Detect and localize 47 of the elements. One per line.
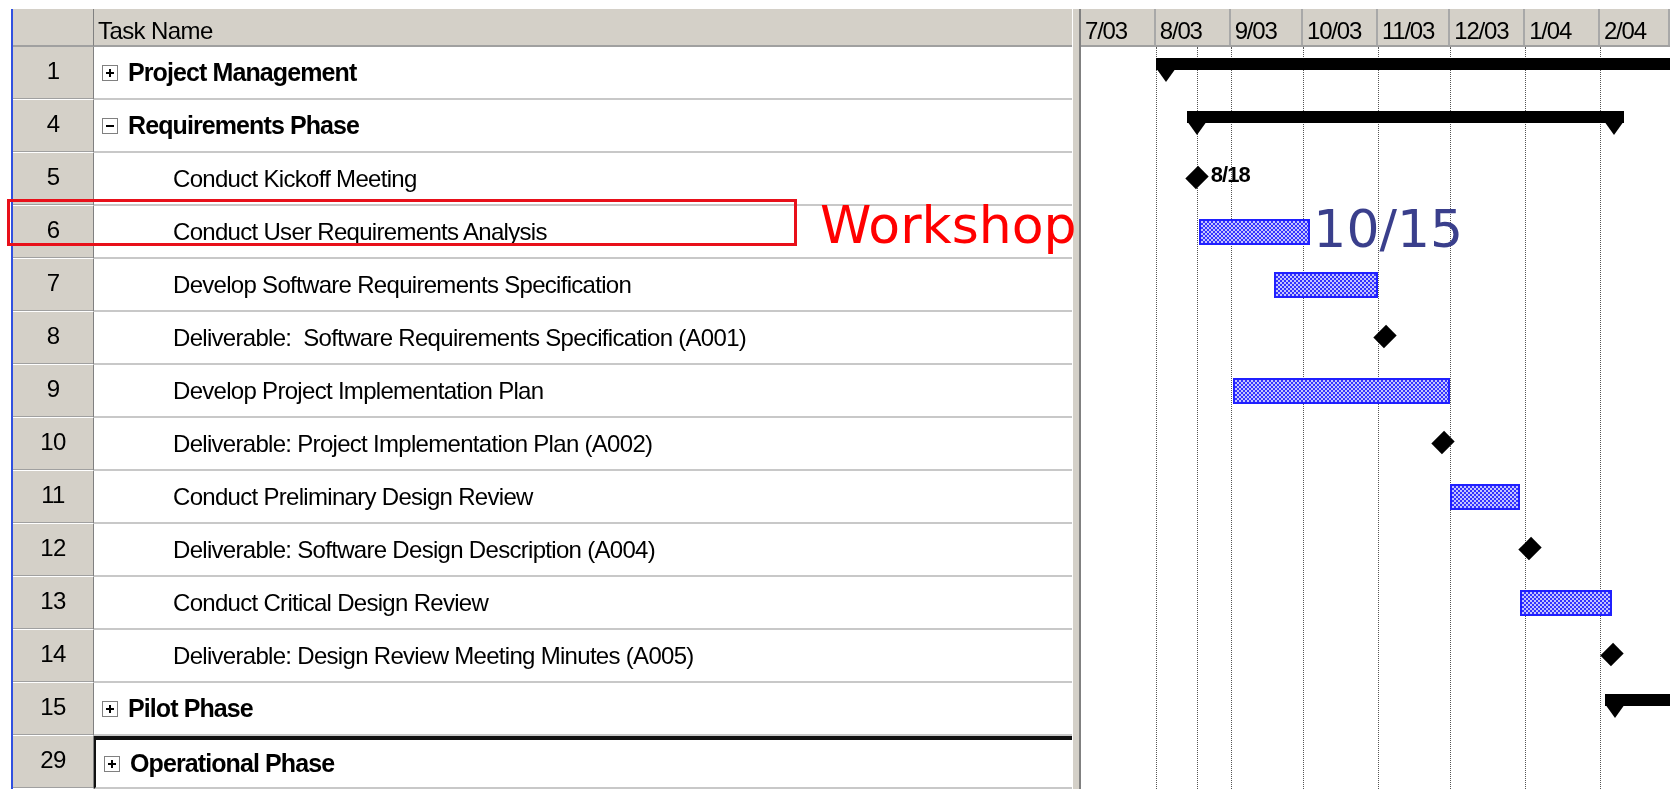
row-number[interactable]: 15 (13, 683, 94, 736)
row-number[interactable]: 4 (13, 100, 94, 153)
month-header: 8/03 (1155, 9, 1231, 45)
task-bar (1450, 484, 1521, 510)
row-number[interactable]: 6 (13, 206, 94, 259)
date-label: 8/18 (1210, 162, 1250, 188)
row-number[interactable]: 12 (13, 524, 94, 577)
month-header: 9/03 (1230, 9, 1304, 45)
row-number[interactable]: 8 (13, 312, 94, 365)
task-name: Deliverable: Software Design Description (A004) (173, 535, 655, 564)
task-name: Project Management (128, 58, 357, 87)
task-cell[interactable]: Conduct User Requirements Analysis Workshop (94, 206, 1072, 259)
task-name: Develop Project Implementation Plan (173, 376, 544, 405)
task-cell[interactable]: Operational Phase (94, 736, 1072, 789)
task-name: Conduct Preliminary Design Review (173, 482, 533, 511)
task-name: Operational Phase (130, 749, 335, 778)
task-name: Conduct Kickoff Meeting (173, 164, 417, 193)
row-number[interactable]: 14 (13, 630, 94, 683)
task-name: Deliverable: Software Requirements Specification (A001) (173, 323, 747, 352)
row-number[interactable]: 5 (13, 153, 94, 206)
task-name: Deliverable: Project Implementation Plan (A002) (173, 429, 653, 458)
month-header: 12/03 (1450, 9, 1526, 45)
plus-box-icon[interactable] (102, 64, 118, 81)
month-header: 2/04 (1599, 9, 1670, 45)
column-header[interactable]: Task Name (94, 9, 1072, 47)
row-number[interactable]: 9 (13, 365, 94, 418)
row-number[interactable]: 13 (13, 577, 94, 630)
task-name: Conduct User Requirements Analysis (173, 217, 547, 246)
plus-box-icon[interactable] (102, 700, 118, 717)
task-name: Pilot Phase (128, 694, 253, 723)
annotation-text: 10/15 (1313, 198, 1464, 260)
month-header: 7/03 (1081, 9, 1156, 45)
month-header: 1/04 (1525, 9, 1600, 45)
task-name: Conduct Critical Design Review (173, 588, 489, 617)
minus-box-icon[interactable] (102, 117, 118, 134)
row-number[interactable]: 10 (13, 418, 94, 471)
row-number[interactable]: 11 (13, 471, 94, 524)
row-number[interactable]: 7 (13, 259, 94, 312)
task-name: Develop Software Requirements Specification (173, 270, 632, 299)
month-header: 10/03 (1303, 9, 1378, 45)
month-header: 11/03 (1377, 9, 1451, 45)
row-number[interactable]: 29 (13, 736, 94, 789)
splitter-bar[interactable] (1072, 9, 1081, 789)
row-number[interactable]: 1 (13, 47, 94, 100)
plus-box-icon[interactable] (104, 755, 120, 772)
task-name: Deliverable: Design Review Meeting Minutes (A005) (173, 641, 694, 670)
task-name: Requirements Phase (128, 111, 360, 140)
